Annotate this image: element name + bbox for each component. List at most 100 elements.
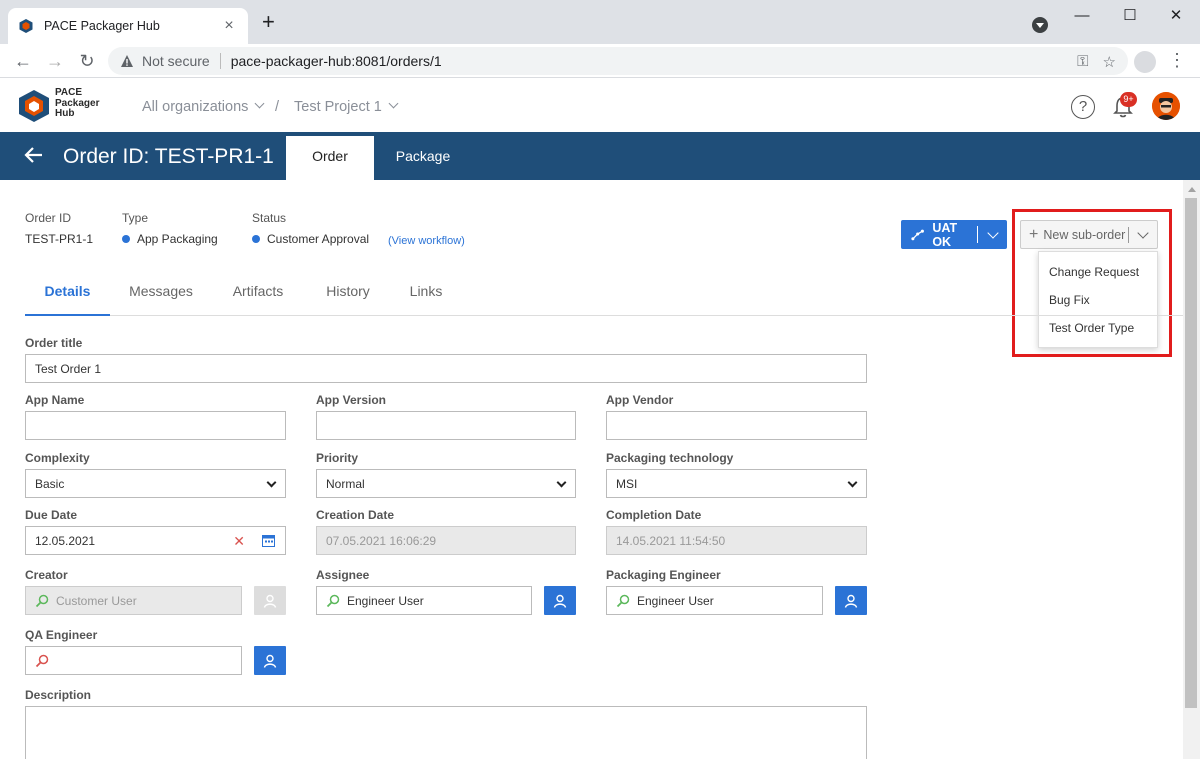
packaging-engineer-input[interactable]: Engineer User xyxy=(606,586,823,615)
packaging-technology-select[interactable]: MSI xyxy=(606,469,867,498)
address-bar: ← → ↻ Not secure pace-packager-hub:8081/… xyxy=(0,44,1200,78)
detail-tabs: Details Messages Artifacts History Links xyxy=(25,271,1183,316)
reload-icon[interactable]: ↻ xyxy=(76,50,98,72)
tab-close-icon[interactable]: × xyxy=(220,17,238,35)
tab-title: PACE Packager Hub xyxy=(44,19,160,33)
logo-text: PACE Packager Hub xyxy=(55,87,100,119)
tab-messages[interactable]: Messages xyxy=(125,271,197,316)
app-header: PACE Packager Hub All organizations / Te… xyxy=(0,78,1200,132)
type-dot-icon xyxy=(122,235,130,243)
search-icon xyxy=(35,594,49,607)
maximize-icon[interactable]: ☐ xyxy=(1118,6,1142,26)
uat-ok-button[interactable]: UAT OK xyxy=(901,220,1007,249)
page-scrollbar[interactable] xyxy=(1183,180,1200,759)
creator-user-button xyxy=(254,586,286,615)
notification-badge: 9+ xyxy=(1120,92,1137,107)
due-date-label: Due Date xyxy=(25,508,78,522)
creator-input: Customer User xyxy=(25,586,242,615)
status-dot-icon xyxy=(252,235,260,243)
breadcrumb-separator: / xyxy=(275,99,280,115)
browser-tab[interactable]: PACE Packager Hub × xyxy=(8,8,248,44)
avatar-icon xyxy=(1152,92,1180,120)
status-value: Customer Approval xyxy=(252,232,369,246)
packaging-engineer-label: Packaging Engineer xyxy=(606,568,721,582)
packaging-engineer-value: Engineer User xyxy=(637,593,714,608)
tab-links[interactable]: Links xyxy=(407,271,445,316)
app-vendor-input[interactable] xyxy=(606,411,867,440)
clear-icon[interactable]: ✕ xyxy=(233,533,245,550)
uat-ok-label: UAT OK xyxy=(932,220,958,249)
qa-engineer-input[interactable] xyxy=(25,646,242,675)
calendar-icon[interactable] xyxy=(262,534,275,547)
tab-history[interactable]: History xyxy=(322,271,374,316)
minimize-icon[interactable]: — xyxy=(1070,6,1094,26)
qa-engineer-user-button[interactable] xyxy=(254,646,286,675)
help-icon[interactable]: ? xyxy=(1071,95,1095,119)
breadcrumb-organization[interactable]: All organizations xyxy=(142,98,265,115)
qa-engineer-label: QA Engineer xyxy=(25,628,98,642)
star-icon[interactable]: ☆ xyxy=(1103,53,1116,71)
tab-details[interactable]: Details xyxy=(25,271,110,316)
app-version-input[interactable] xyxy=(316,411,576,440)
packaging-engineer-user-button[interactable] xyxy=(835,586,867,615)
assignee-user-button[interactable] xyxy=(544,586,576,615)
packaging-technology-label: Packaging technology xyxy=(606,451,734,465)
description-label: Description xyxy=(25,688,92,702)
due-date-input[interactable]: 12.05.2021 ✕ xyxy=(25,526,286,555)
scroll-thumb[interactable] xyxy=(1185,198,1197,708)
search-icon xyxy=(35,654,49,667)
assignee-value: Engineer User xyxy=(347,593,424,608)
user-avatar[interactable] xyxy=(1152,92,1180,120)
order-title-input[interactable]: Test Order 1 xyxy=(25,354,867,383)
tab-order[interactable]: Order xyxy=(286,136,374,180)
complexity-select[interactable]: Basic xyxy=(25,469,286,498)
packaging-technology-value: MSI xyxy=(616,476,638,491)
chevron-down-icon xyxy=(388,98,399,109)
pace-logo-icon[interactable] xyxy=(18,89,50,123)
assignee-input[interactable]: Engineer User xyxy=(316,586,532,615)
chevron-down-icon xyxy=(266,477,277,488)
order-title-label: Order title xyxy=(25,336,83,350)
creation-date-label: Creation Date xyxy=(316,508,395,522)
view-workflow-link[interactable]: (View workflow) xyxy=(388,235,465,247)
type-label: Type xyxy=(122,211,149,225)
scroll-up-icon[interactable] xyxy=(1188,187,1196,192)
user-icon xyxy=(553,594,567,608)
chevron-down-icon xyxy=(847,477,858,488)
due-date-value: 12.05.2021 xyxy=(35,533,96,548)
tab-artifacts[interactable]: Artifacts xyxy=(228,271,288,316)
close-window-icon[interactable]: ✕ xyxy=(1164,6,1188,26)
creation-date-input: 07.05.2021 16:06:29 xyxy=(316,526,576,555)
browser-menu-icon[interactable]: ⋮ xyxy=(1168,50,1186,71)
completion-date-input: 14.05.2021 11:54:50 xyxy=(606,526,867,555)
creator-value: Customer User xyxy=(56,593,137,608)
pace-favicon-icon xyxy=(19,19,33,33)
order-title: Order ID: TEST-PR1-1 xyxy=(63,145,274,168)
new-tab-icon[interactable]: + xyxy=(262,11,275,33)
tab-package[interactable]: Package xyxy=(379,136,467,180)
url-text: pace-packager-hub:8081/orders/1 xyxy=(230,53,442,69)
back-arrow-icon[interactable] xyxy=(22,143,46,167)
key-icon[interactable]: ⚿ xyxy=(1077,53,1088,71)
priority-label: Priority xyxy=(316,451,359,465)
type-value: App Packaging xyxy=(122,232,218,246)
tab-search-icon[interactable] xyxy=(1032,17,1048,33)
breadcrumb-project[interactable]: Test Project 1 xyxy=(294,98,399,115)
app-name-input[interactable] xyxy=(25,411,286,440)
user-icon xyxy=(263,654,277,668)
order-id-value: TEST-PR1-1 xyxy=(25,232,94,246)
app-vendor-label: App Vendor xyxy=(606,393,674,407)
uat-dropdown-toggle[interactable] xyxy=(978,226,1007,239)
omnibox[interactable]: Not secure pace-packager-hub:8081/orders… xyxy=(108,47,1128,75)
forward-icon[interactable]: → xyxy=(44,50,66,72)
back-icon[interactable]: ← xyxy=(12,50,34,72)
warning-icon xyxy=(121,55,133,67)
app-name-label: App Name xyxy=(25,393,85,407)
priority-select[interactable]: Normal xyxy=(316,469,576,498)
order-id-label: Order ID xyxy=(25,211,72,225)
browser-profile-icon[interactable] xyxy=(1134,51,1156,73)
status-label: Status xyxy=(252,211,287,225)
creator-label: Creator xyxy=(25,568,68,582)
description-textarea[interactable] xyxy=(25,706,867,759)
workflow-icon xyxy=(911,229,924,240)
